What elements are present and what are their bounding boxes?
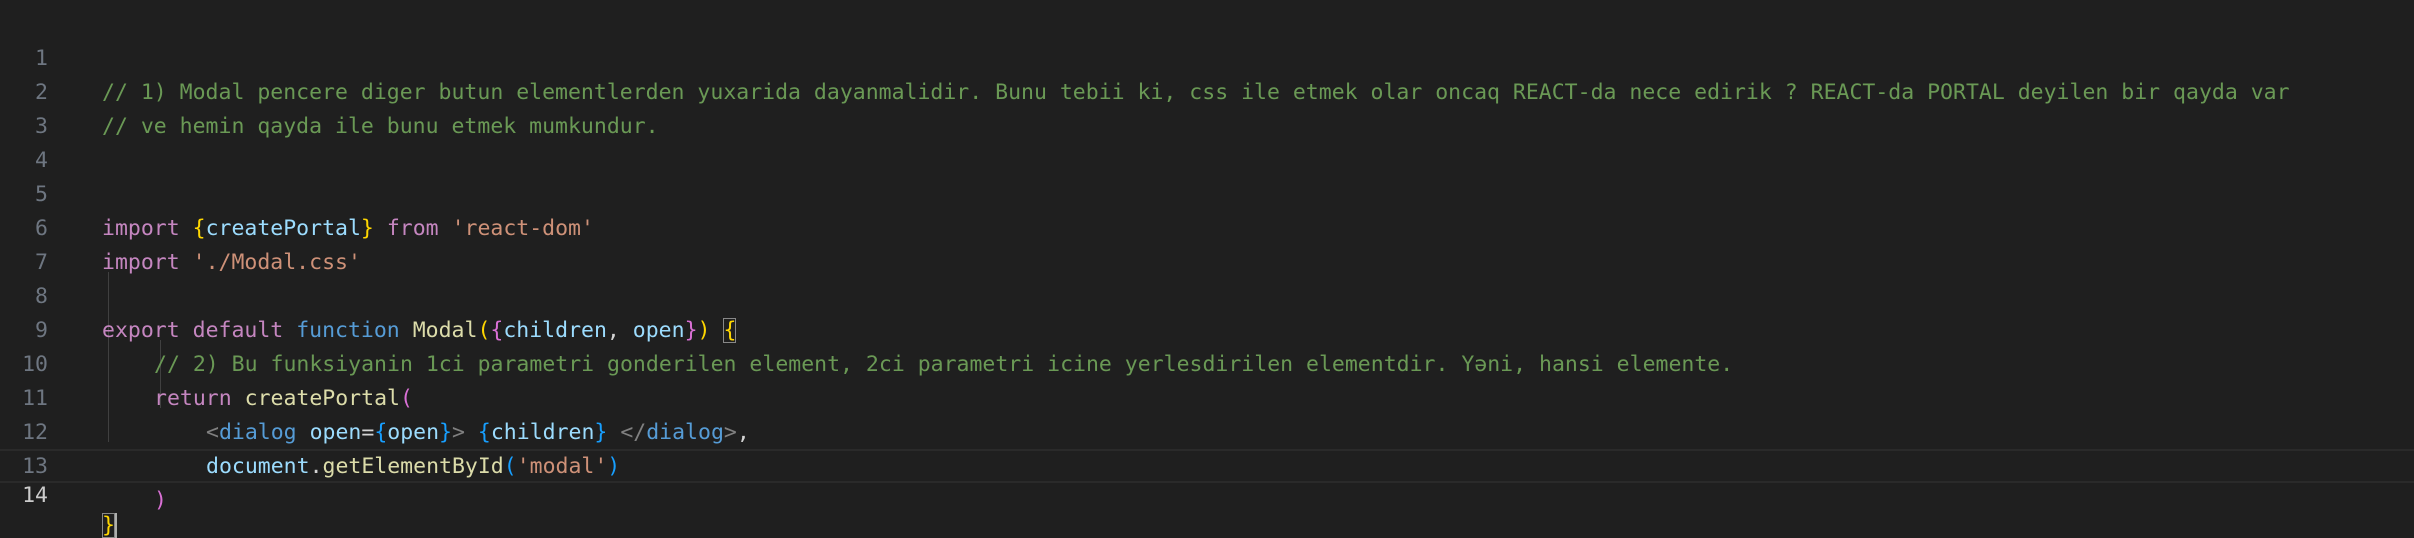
code-line[interactable]: 8 export default function Modal({childre… <box>0 246 2414 343</box>
code-line[interactable]: 7 <box>0 212 2414 275</box>
code-editor[interactable]: 1 // 1) Modal pencere diger butun elemen… <box>0 0 2414 538</box>
code-line[interactable]: 1 // 1) Modal pencere diger butun elemen… <box>0 8 2414 105</box>
code-line[interactable]: 4 <box>0 110 2414 173</box>
code-line[interactable]: 12 document.getElementById('modal') <box>0 382 2414 479</box>
code-line[interactable]: 11 <dialog open={open}> {children} </dia… <box>0 348 2414 445</box>
code-line[interactable]: 2 // ve hemin qayda ile bunu etmek mumku… <box>0 42 2414 139</box>
code-text: ) <box>154 488 167 513</box>
code-line-current[interactable]: 14 } <box>0 449 2414 538</box>
code-line[interactable]: 5 import {createPortal} from 'react-dom' <box>0 144 2414 241</box>
matched-bracket: } <box>102 513 115 538</box>
code-text: } <box>102 511 117 538</box>
text-caret <box>114 513 117 538</box>
code-line[interactable]: 10 return createPortal( <box>0 314 2414 411</box>
code-line[interactable]: 13 ) <box>0 416 2414 513</box>
code-line[interactable]: 6 import './Modal.css' <box>0 178 2414 275</box>
line-number: 14 <box>22 483 48 508</box>
code-line[interactable]: 3 <box>0 76 2414 139</box>
code-line[interactable]: 9 // 2) Bu funksiyanin 1ci parametri gon… <box>0 280 2414 377</box>
